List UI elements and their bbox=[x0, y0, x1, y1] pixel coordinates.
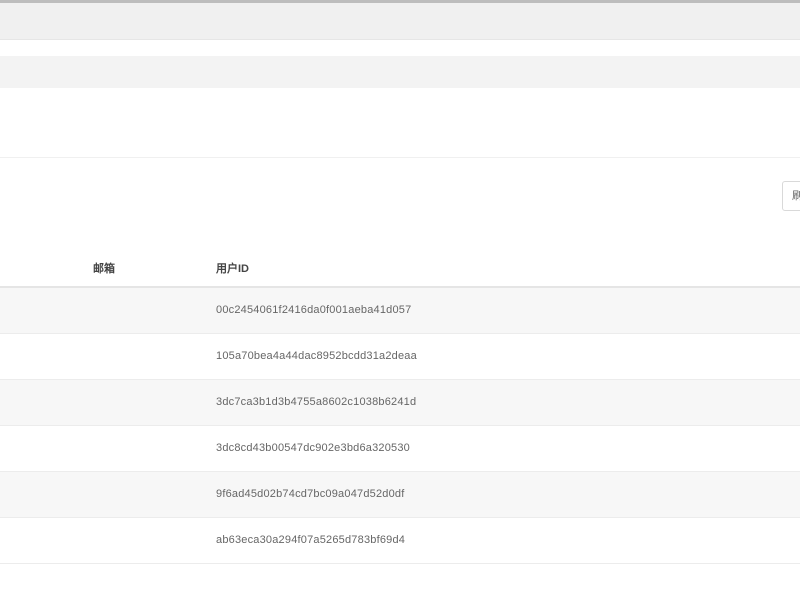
users-table: 邮箱 用户ID 00c2454061f2416da0f001aeba41d057… bbox=[0, 252, 800, 564]
column-header-user-id[interactable]: 用户ID bbox=[216, 263, 249, 275]
table-row[interactable]: 3dc8cd43b00547dc902e3bd6a320530 bbox=[0, 426, 800, 472]
table-header: 邮箱 用户ID bbox=[0, 252, 800, 288]
table-row[interactable]: ab63eca30a294f07a5265d783bf69d4 bbox=[0, 518, 800, 564]
table-row[interactable]: 9f6ad45d02b74cd7bc09a047d52d0df bbox=[0, 472, 800, 518]
column-header-email[interactable]: 邮箱 bbox=[93, 263, 115, 275]
top-toolbar bbox=[0, 3, 800, 40]
table-row[interactable]: 3dc7ca3b1d3b4755a8602c1038b6241d bbox=[0, 380, 800, 426]
section-divider bbox=[0, 157, 800, 158]
user-id-cell: 3dc8cd43b00547dc902e3bd6a320530 bbox=[216, 442, 410, 454]
user-id-cell: 9f6ad45d02b74cd7bc09a047d52d0df bbox=[216, 488, 405, 500]
table-row[interactable]: 00c2454061f2416da0f001aeba41d057 bbox=[0, 288, 800, 334]
table-body: 00c2454061f2416da0f001aeba41d057 105a70b… bbox=[0, 288, 800, 564]
refresh-button[interactable]: 刷 bbox=[782, 181, 800, 211]
user-id-cell: ab63eca30a294f07a5265d783bf69d4 bbox=[216, 534, 406, 546]
user-id-cell: 105a70bea4a44dac8952bcdd31a2deaa bbox=[216, 350, 417, 362]
secondary-toolbar bbox=[0, 56, 800, 88]
user-id-cell: 3dc7ca3b1d3b4755a8602c1038b6241d bbox=[216, 396, 417, 408]
user-id-cell: 00c2454061f2416da0f001aeba41d057 bbox=[216, 304, 412, 316]
table-row[interactable]: 105a70bea4a44dac8952bcdd31a2deaa bbox=[0, 334, 800, 380]
refresh-button-label: 刷 bbox=[792, 190, 800, 202]
